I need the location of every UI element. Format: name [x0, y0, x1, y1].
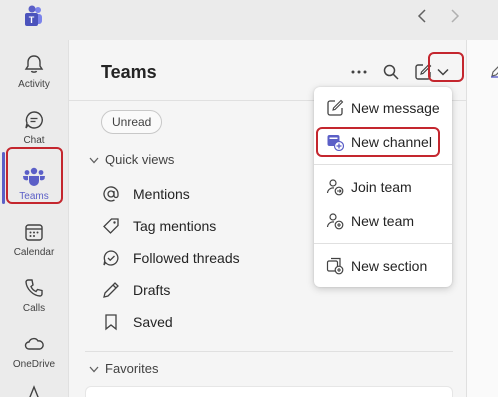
- chevron-down-icon: [89, 152, 99, 167]
- at-icon: [101, 184, 121, 204]
- rail-item-activity[interactable]: Activity: [0, 44, 68, 100]
- section-divider: [85, 351, 453, 352]
- list-item-label: Drafts: [133, 282, 171, 298]
- menu-item-label: New message: [351, 100, 440, 116]
- chevron-down-icon[interactable]: [431, 60, 455, 84]
- teams-logo-icon: T: [23, 5, 43, 27]
- calendar-icon: [22, 220, 46, 244]
- menu-item-new-message[interactable]: New message: [314, 93, 452, 123]
- menu-item-join-team[interactable]: Join team: [314, 172, 452, 202]
- list-item-label: Saved: [133, 314, 173, 330]
- quick-view-tag-mentions[interactable]: Tag mentions: [101, 214, 216, 238]
- rail-item-chat[interactable]: Chat: [0, 100, 68, 156]
- teams-icon: [22, 164, 46, 188]
- quick-views-label: Quick views: [105, 152, 175, 167]
- chat-icon: [22, 108, 46, 132]
- title-bar: T: [0, 0, 498, 40]
- page-title: Teams: [101, 62, 157, 82]
- quick-view-followed-threads[interactable]: Followed threads: [101, 246, 240, 270]
- tag-icon: [101, 216, 121, 236]
- menu-item-label: New section: [351, 258, 428, 274]
- new-team-icon: [326, 212, 344, 230]
- quick-view-drafts[interactable]: Drafts: [101, 278, 170, 302]
- new-items-menu: New message New channel Join team New te…: [314, 87, 452, 287]
- back-icon[interactable]: [412, 6, 432, 26]
- favorites-label: Favorites: [105, 361, 159, 376]
- list-item-label: Mentions: [133, 186, 190, 202]
- favorite-team-card[interactable]: [85, 386, 453, 397]
- compose-icon: [326, 99, 344, 117]
- unread-filter-chip[interactable]: Unread: [101, 110, 163, 134]
- app-rail: Activity Chat Teams Calendar Calls OneDr…: [0, 40, 68, 397]
- followed-threads-icon: [101, 248, 121, 268]
- more-options-icon[interactable]: [347, 60, 371, 84]
- join-team-icon: [326, 178, 344, 196]
- rail-item-label: Activity: [18, 79, 50, 90]
- list-item-label: Tag mentions: [133, 218, 217, 234]
- rail-item-label: OneDrive: [12, 359, 56, 370]
- rail-item-onedrive[interactable]: OneDrive: [0, 324, 68, 380]
- svg-text:T: T: [29, 15, 35, 25]
- active-indicator: [2, 152, 5, 204]
- rail-item-label: Calendar: [13, 247, 55, 258]
- new-section-icon: [326, 257, 344, 275]
- more-apps-icon[interactable]: [23, 384, 45, 397]
- pencil-icon: [101, 280, 121, 300]
- menu-item-new-channel[interactable]: New channel: [314, 127, 452, 157]
- rail-item-calls[interactable]: Calls: [0, 268, 68, 324]
- menu-item-label: New channel: [351, 134, 432, 150]
- menu-divider: [314, 164, 452, 165]
- rail-item-label: Chat: [23, 135, 45, 146]
- phone-icon: [22, 276, 46, 300]
- list-item-label: Followed threads: [133, 250, 240, 266]
- menu-item-label: New team: [351, 213, 415, 229]
- menu-item-new-team[interactable]: New team: [314, 206, 452, 236]
- edit-icon: [489, 62, 498, 78]
- menu-item-label: Join team: [351, 179, 412, 195]
- bookmark-icon: [101, 312, 121, 332]
- quick-views-header[interactable]: Quick views: [89, 152, 174, 167]
- content-area: [466, 40, 498, 397]
- search-icon[interactable]: [379, 60, 403, 84]
- favorites-header[interactable]: Favorites: [89, 361, 158, 376]
- menu-item-new-section[interactable]: New section: [314, 251, 452, 281]
- rail-item-teams[interactable]: Teams: [0, 156, 68, 212]
- bell-icon: [22, 52, 46, 76]
- rail-item-label: Teams: [19, 191, 49, 202]
- rail-item-label: Calls: [22, 303, 46, 314]
- new-channel-icon: [326, 133, 344, 151]
- cloud-icon: [22, 332, 46, 356]
- quick-view-saved[interactable]: Saved: [101, 310, 173, 334]
- quick-view-mentions[interactable]: Mentions: [101, 182, 190, 206]
- rail-item-calendar[interactable]: Calendar: [0, 212, 68, 268]
- chevron-down-icon: [89, 361, 99, 376]
- menu-divider: [314, 243, 452, 244]
- forward-icon[interactable]: [445, 6, 465, 26]
